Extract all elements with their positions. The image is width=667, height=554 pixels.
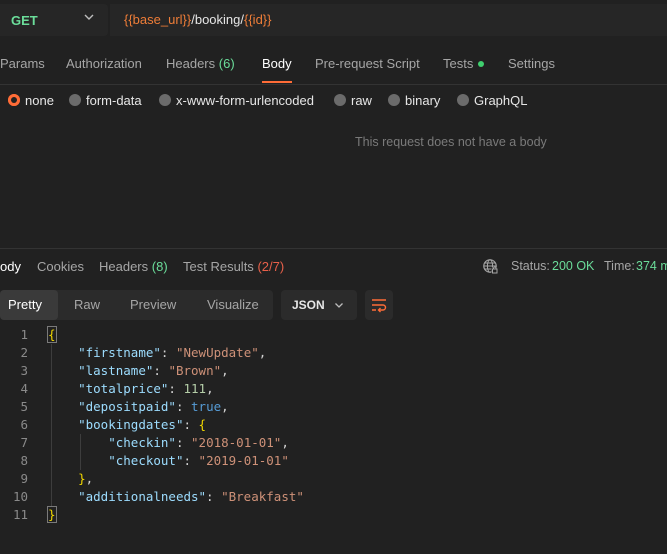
radio-none-label[interactable]: none	[25, 93, 54, 108]
line-number: 11	[12, 507, 28, 522]
radio-none[interactable]	[8, 94, 20, 106]
time-label: Time:	[604, 259, 635, 273]
radio-urlencoded[interactable]	[159, 94, 171, 106]
response-tab-headers[interactable]: Headers (8)	[99, 259, 168, 274]
line-number: 3	[20, 363, 28, 378]
tab-tests[interactable]: Tests	[443, 56, 473, 71]
response-divider[interactable]	[0, 248, 667, 249]
response-tab-test-results[interactable]: Test Results (2/7)	[183, 259, 284, 274]
radio-raw[interactable]	[334, 94, 346, 106]
tests-status-dot	[478, 61, 484, 67]
tab-headers-count: (6)	[218, 56, 235, 71]
radio-raw-label[interactable]: raw	[351, 93, 372, 108]
line-number: 9	[20, 471, 28, 486]
line-number: 10	[12, 489, 28, 504]
view-pretty-button[interactable]: Pretty	[8, 297, 42, 312]
radio-graphql[interactable]	[457, 94, 469, 106]
radio-graphql-label[interactable]: GraphQL	[474, 93, 527, 108]
radio-form-data-label[interactable]: form-data	[86, 93, 142, 108]
tab-params[interactable]: Params	[0, 56, 45, 71]
tab-body[interactable]: Body	[262, 56, 292, 71]
chevron-down-icon[interactable]	[82, 10, 96, 24]
radio-form-data[interactable]	[69, 94, 81, 106]
tab-authorization[interactable]: Authorization	[66, 56, 142, 71]
view-raw-button[interactable]: Raw	[74, 297, 100, 312]
active-tab-indicator	[262, 81, 292, 83]
line-number: 7	[20, 435, 28, 450]
line-number: 5	[20, 399, 28, 414]
url-path: /booking/	[191, 12, 244, 27]
view-preview-button[interactable]: Preview	[130, 297, 176, 312]
tab-headers-label: Headers	[166, 56, 216, 71]
response-tab-cookies[interactable]: Cookies	[37, 259, 84, 274]
tab-prerequest-script[interactable]: Pre-request Script	[315, 56, 420, 71]
line-number: 8	[20, 453, 28, 468]
radio-binary[interactable]	[388, 94, 400, 106]
method-label: GET	[11, 13, 38, 28]
chevron-down-icon[interactable]	[333, 299, 345, 311]
line-number: 4	[20, 381, 28, 396]
status-value[interactable]: 200 OK	[552, 259, 594, 273]
view-visualize-button[interactable]: Visualize	[207, 297, 259, 312]
line-number: 2	[20, 345, 28, 360]
response-tab-headers-label: Headers	[99, 259, 149, 274]
tab-headers[interactable]: Headers (6)	[166, 56, 235, 71]
tab-settings[interactable]: Settings	[508, 56, 555, 71]
wrap-lines-icon	[372, 299, 387, 313]
line-number: 1	[20, 327, 28, 342]
no-body-message: This request does not have a body	[355, 135, 547, 149]
response-tab-test-results-count: (2/7)	[257, 259, 285, 274]
url-var-id: {{id}}	[244, 12, 272, 27]
response-tab-test-results-label: Test Results	[183, 259, 254, 274]
url-text[interactable]: {{base_url}}/booking/{{id}}	[124, 12, 272, 27]
globe-icon[interactable]	[482, 258, 498, 274]
status-label: Status:	[511, 259, 550, 273]
format-label: JSON	[292, 298, 325, 312]
url-var-base: {{base_url}}	[124, 12, 192, 27]
tabs-divider	[0, 84, 667, 85]
radio-binary-label[interactable]: binary	[405, 93, 440, 108]
line-number: 6	[20, 417, 28, 432]
response-tab-body[interactable]: ody	[0, 259, 21, 274]
response-tab-headers-count: (8)	[151, 259, 168, 274]
time-value[interactable]: 374 m	[636, 259, 667, 273]
radio-urlencoded-label[interactable]: x-www-form-urlencoded	[176, 93, 314, 108]
